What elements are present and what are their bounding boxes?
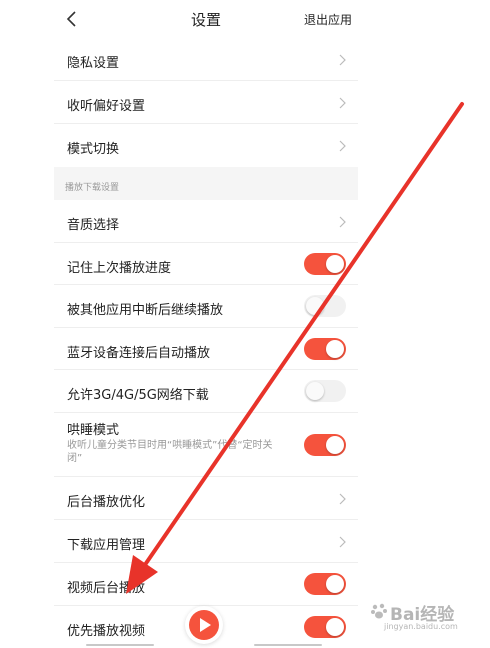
row-label: 隐私设置	[67, 56, 120, 71]
watermark-url: jingyan.baidu.com	[384, 622, 458, 631]
row-label: 模式切换	[67, 142, 120, 157]
audio-quality-row[interactable]: 音质选择	[54, 200, 358, 243]
resume-after-interrupt-toggle[interactable]	[304, 295, 346, 317]
video-background-play-row: 视频后台播放	[54, 563, 358, 606]
bottom-tab-bar	[54, 644, 358, 648]
chevron-right-icon	[339, 216, 346, 228]
sleep-mode-description: 收听儿童分类节目时用“哄睡模式”代替“定时关闭”	[67, 440, 273, 464]
chevron-right-icon	[339, 54, 346, 66]
chevron-right-icon	[339, 97, 346, 109]
toggle-knob	[326, 340, 344, 358]
toggle-knob	[306, 297, 324, 315]
cellular-download-toggle[interactable]	[304, 380, 346, 402]
paw-logo-icon	[371, 603, 387, 619]
row-label: 允许3G/4G/5G网络下载	[67, 388, 209, 403]
sleep-mode-toggle[interactable]	[304, 434, 346, 456]
chevron-right-icon	[339, 493, 346, 505]
row-label: 后台播放优化	[67, 495, 146, 510]
background-play-optimize-row[interactable]: 后台播放优化	[54, 477, 358, 520]
play-icon	[200, 618, 211, 632]
toggle-knob	[326, 436, 344, 454]
row-label: 被其他应用中断后继续播放	[67, 303, 224, 318]
bluetooth-autoplay-toggle[interactable]	[304, 338, 346, 360]
nav-header: 设置 退出应用	[54, 0, 358, 38]
tab-bar-segment	[254, 644, 322, 646]
toggle-knob	[326, 618, 344, 636]
remember-progress-row: 记住上次播放进度	[54, 243, 358, 285]
quit-app-button[interactable]: 退出应用	[304, 11, 352, 28]
tab-bar-segment	[86, 644, 154, 646]
toggle-knob	[306, 382, 324, 400]
play-button-inner	[189, 610, 219, 640]
row-label: 记住上次播放进度	[67, 261, 172, 276]
sleep-mode-row: 哄睡模式 收听儿童分类节目时用“哄睡模式”代替“定时关闭”	[54, 413, 358, 477]
toggle-knob	[326, 575, 344, 593]
bluetooth-autoplay-row: 蓝牙设备连接后自动播放	[54, 328, 358, 370]
download-manage-row[interactable]: 下载应用管理	[54, 520, 358, 563]
row-label: 视频后台播放	[67, 581, 146, 596]
row-label: 蓝牙设备连接后自动播放	[67, 346, 211, 361]
section-header-playback: 播放下载设置	[54, 167, 358, 200]
toggle-knob	[326, 255, 344, 273]
row-label: 下载应用管理	[67, 538, 146, 553]
section-label: 播放下载设置	[65, 183, 120, 193]
resume-after-interrupt-row: 被其他应用中断后继续播放	[54, 285, 358, 328]
play-button[interactable]	[185, 606, 223, 644]
row-label: 音质选择	[67, 218, 120, 233]
listen-preference-row[interactable]: 收听偏好设置	[54, 81, 358, 124]
remember-progress-toggle[interactable]	[304, 253, 346, 275]
row-label: 哄睡模式	[67, 423, 120, 438]
prefer-video-toggle[interactable]	[304, 616, 346, 638]
chevron-right-icon	[339, 140, 346, 152]
chevron-right-icon	[339, 536, 346, 548]
mode-switch-row[interactable]: 模式切换	[54, 124, 358, 167]
row-label: 收听偏好设置	[67, 99, 146, 114]
watermark: Bai经验 jingyan.baidu.com	[368, 600, 460, 636]
privacy-settings-row[interactable]: 隐私设置	[54, 38, 358, 81]
row-label: 优先播放视频	[67, 624, 146, 639]
cellular-download-row: 允许3G/4G/5G网络下载	[54, 370, 358, 413]
video-background-play-toggle[interactable]	[304, 573, 346, 595]
settings-screen: 设置 退出应用 隐私设置 收听偏好设置 模式切换 播放下载设置 音质选择 记住上…	[54, 0, 358, 648]
